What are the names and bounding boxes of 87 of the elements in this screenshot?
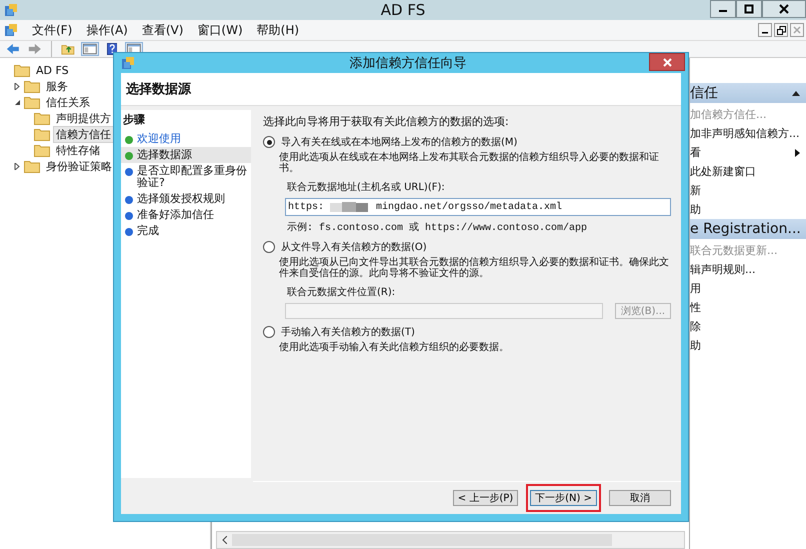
- up-folder-button[interactable]: [59, 42, 77, 56]
- scroll-left-icon[interactable]: [222, 536, 227, 544]
- steps-title: 步骤: [122, 112, 146, 128]
- folder-icon: [24, 160, 40, 172]
- section-title: 信任: [690, 84, 718, 102]
- back-button[interactable]: [4, 42, 22, 56]
- dialog-title: 添加信赖方信任向导: [350, 55, 466, 72]
- example-text: 示例: fs.contoso.com 或 https://www.contoso.com/app: [287, 220, 588, 234]
- section-title: e Registration...: [690, 221, 801, 237]
- action-item[interactable]: 此处新建窗口: [690, 162, 806, 181]
- option-description: 使用此选项从在线或在本地网络上发布其联合元数据的信赖方组织导入必要的数据和证书。: [278, 152, 660, 174]
- menu-item[interactable]: 文件(F): [32, 22, 72, 38]
- page-heading: 选择数据源: [126, 81, 191, 98]
- radio-button[interactable]: [263, 326, 275, 338]
- tree-item[interactable]: 信赖方信任: [53, 126, 114, 142]
- expand-icon[interactable]: [14, 162, 21, 170]
- server-icon: [4, 23, 18, 37]
- field-label: 联合元数据地址(主机名或 URL)(F):: [287, 180, 446, 194]
- maximize-button[interactable]: [736, 0, 762, 18]
- tree-item[interactable]: 服务: [43, 78, 71, 94]
- show-hide-pane-button[interactable]: [81, 42, 99, 56]
- tree-item[interactable]: 特性存储: [53, 142, 103, 158]
- step-link[interactable]: 欢迎使用: [137, 133, 181, 145]
- folder-icon: [14, 64, 30, 76]
- option-label: 从文件导入有关信赖方的数据(O): [281, 240, 427, 254]
- server-icon: [4, 3, 18, 17]
- folder-icon: [24, 96, 40, 108]
- action-item[interactable]: 用: [690, 279, 806, 298]
- option-description: 使用此选项从已向文件导出其联合元数据的信赖方组织导入必要的数据和证书。确保此文件来自受信任的源。此向导将不验证文件的源。: [278, 257, 670, 279]
- tree-item[interactable]: AD FS: [33, 62, 72, 78]
- maximize-icon: [744, 4, 754, 14]
- tree-item[interactable]: 信任关系: [43, 94, 93, 110]
- pane-icon: [83, 43, 97, 55]
- action-item[interactable]: 性: [690, 298, 806, 317]
- step-label: 是否立即配置多重身份验证?: [137, 165, 247, 189]
- restore-icon: [776, 26, 786, 34]
- close-button[interactable]: [762, 0, 806, 18]
- minimize-button[interactable]: [758, 23, 772, 37]
- menu-item[interactable]: 操作(A): [86, 22, 128, 38]
- redaction-mark: [330, 201, 370, 213]
- collapse-icon[interactable]: [14, 98, 21, 106]
- folder-icon: [34, 128, 50, 140]
- step-label: 选择颁发授权规则: [137, 193, 225, 205]
- action-item[interactable]: 新: [690, 181, 806, 200]
- url-field[interactable]: https: mingdao.net/orgsso/metadata.xml: [285, 198, 671, 216]
- collapse-icon[interactable]: [792, 90, 800, 96]
- close-icon: [662, 58, 672, 66]
- menu-item[interactable]: 窗口(W): [197, 22, 243, 38]
- action-item[interactable]: 助: [690, 336, 806, 355]
- forward-arrow-icon: [28, 43, 42, 55]
- action-item[interactable]: 助: [690, 200, 806, 219]
- horizontal-scrollbar[interactable]: [216, 531, 685, 549]
- actions-header[interactable]: e Registration...: [690, 219, 806, 239]
- close-icon: [779, 4, 789, 14]
- minimize-button[interactable]: [710, 0, 736, 18]
- actions-header[interactable]: 信任: [690, 83, 806, 103]
- server-icon: [121, 56, 135, 70]
- action-item[interactable]: 辑声明规则...: [690, 260, 806, 279]
- folder-icon: [34, 112, 50, 124]
- option-description: 使用此选项手动输入有关此信赖方组织的必要数据。: [278, 342, 510, 353]
- folder-icon: [24, 80, 40, 92]
- wizard-button[interactable]: 取消: [609, 490, 671, 506]
- action-item[interactable]: 除: [690, 317, 806, 336]
- option-label: 手动输入有关信赖方的数据(T): [281, 326, 415, 339]
- step-label: 准备好添加信任: [137, 209, 214, 221]
- folder-icon: [34, 144, 50, 156]
- tree-item[interactable]: 身份验证策略: [43, 158, 115, 174]
- instruction-text: 选择此向导将用于获取有关此信赖方的数据的选项:: [263, 114, 510, 129]
- action-item[interactable]: 看: [690, 143, 806, 162]
- expand-icon[interactable]: [14, 82, 21, 90]
- close-icon: [793, 26, 801, 34]
- restore-button[interactable]: [774, 23, 788, 37]
- step-label: 完成: [137, 225, 159, 237]
- field-label: 联合元数据文件位置(R):: [287, 286, 396, 299]
- wizard-button[interactable]: 下一步(N) >: [530, 490, 597, 506]
- folder-up-icon: [61, 43, 75, 55]
- close-button[interactable]: [649, 53, 685, 71]
- action-item[interactable]: 加非声明感知信赖方...: [690, 124, 806, 143]
- tree-item[interactable]: 声明提供方: [53, 110, 114, 126]
- window-title: AD FS: [380, 1, 426, 19]
- menu-item[interactable]: 帮助(H): [256, 22, 300, 38]
- menu-item[interactable]: 查看(V): [142, 22, 184, 38]
- back-arrow-icon: [6, 43, 20, 55]
- step-label: 选择数据源: [137, 149, 192, 161]
- option-label: 导入有关在线或在本地网络上发布的信赖方的数据(M): [281, 136, 518, 149]
- wizard-button[interactable]: < 上一步(P): [452, 490, 518, 506]
- radio-button[interactable]: [263, 136, 275, 148]
